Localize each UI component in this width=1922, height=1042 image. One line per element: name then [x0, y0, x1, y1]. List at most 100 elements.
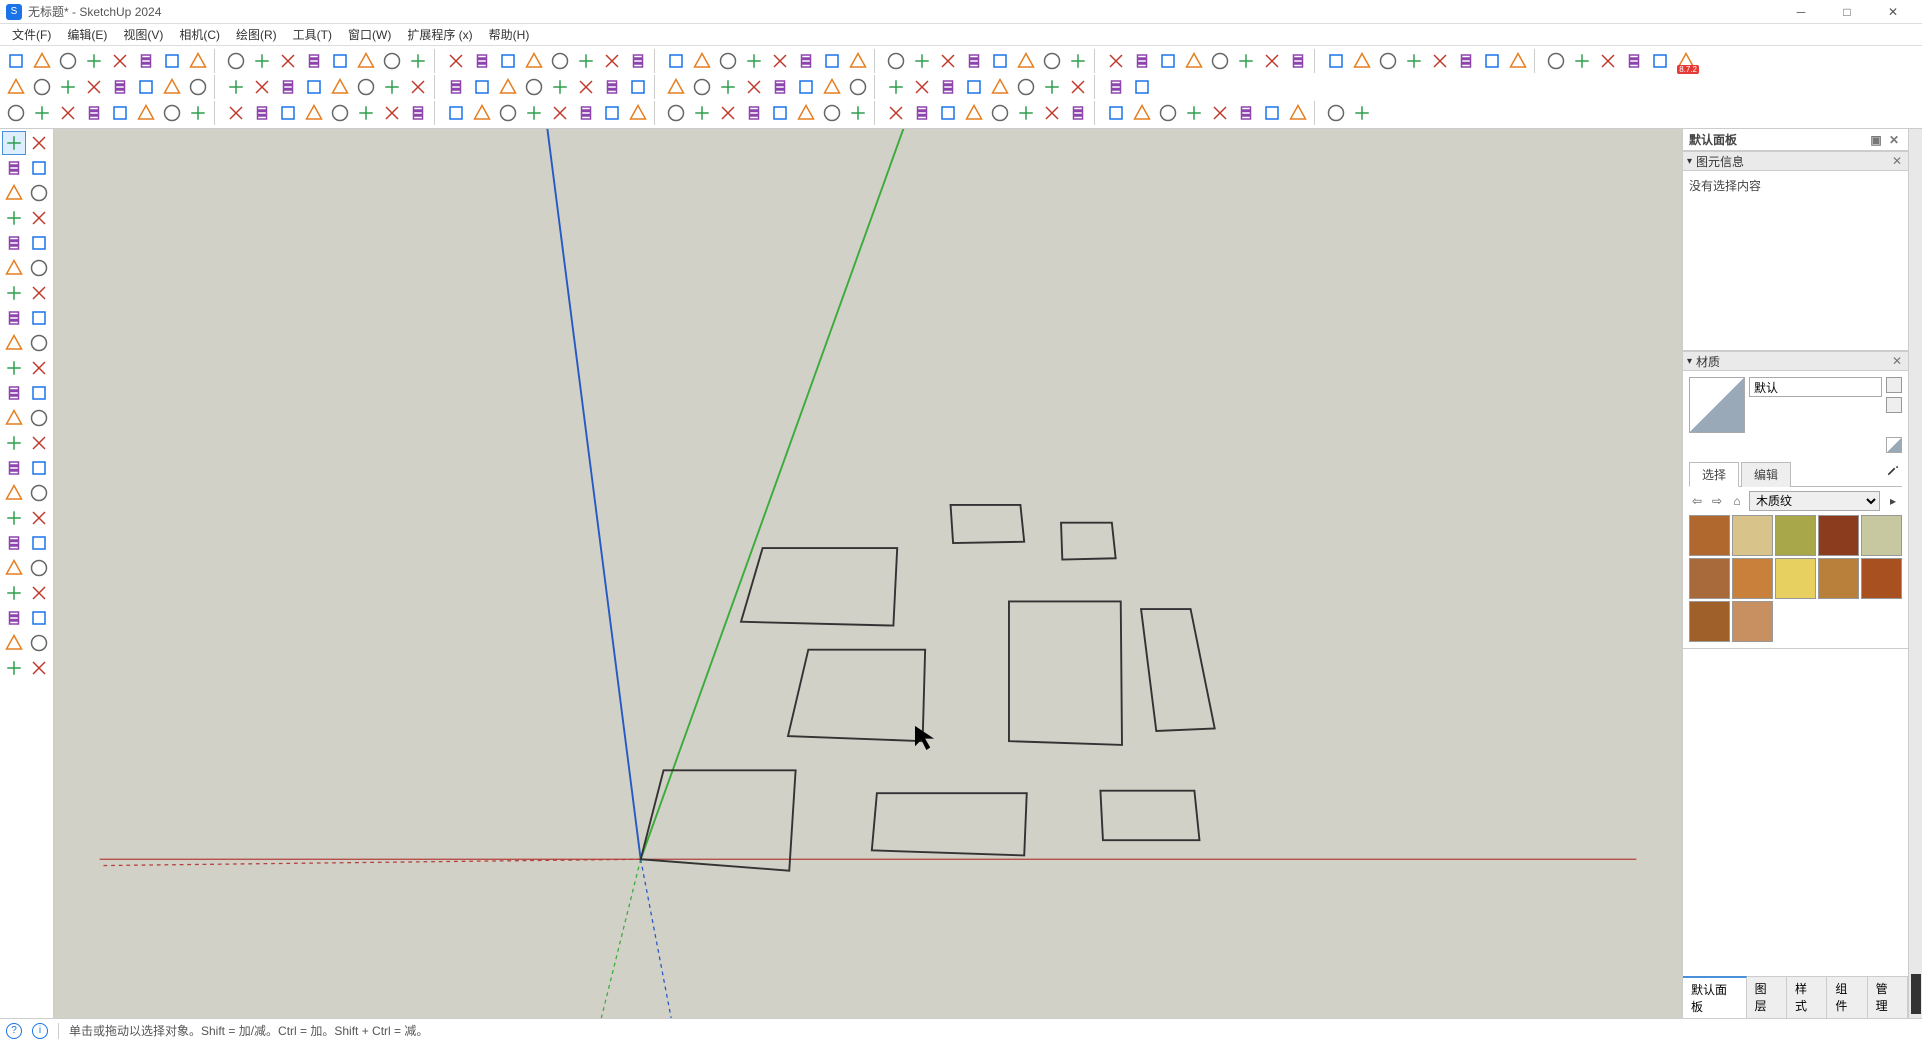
toolbar-button[interactable]: [380, 101, 404, 125]
menu-file[interactable]: 文件(F): [4, 24, 59, 45]
toolbar-button[interactable]: [30, 101, 54, 125]
toolbar-button[interactable]: [1260, 49, 1284, 73]
menu-window[interactable]: 窗口(W): [340, 24, 399, 45]
toolbar-button[interactable]: [1570, 49, 1594, 73]
toolbar-button[interactable]: [1156, 101, 1180, 125]
toolbar-button[interactable]: [30, 75, 54, 99]
toolbar-button[interactable]: [1260, 101, 1284, 125]
toolbar-button[interactable]: [988, 101, 1012, 125]
toolbar-button[interactable]: [664, 101, 688, 125]
toolbar-button[interactable]: [496, 101, 520, 125]
toolbar-button[interactable]: [1104, 75, 1128, 99]
tool-pan[interactable]: [28, 506, 52, 530]
tool-arc2[interactable]: [28, 281, 52, 305]
toolbar-button[interactable]: [574, 75, 598, 99]
toolbar-button[interactable]: [82, 49, 106, 73]
toolbar-button[interactable]: [1040, 49, 1064, 73]
materials-panel-header[interactable]: ▾ 材质 ✕: [1683, 351, 1908, 371]
tool-followme[interactable]: [28, 381, 52, 405]
tool-look[interactable]: [28, 581, 52, 605]
toolbar-button[interactable]: [444, 49, 468, 73]
toolbar-button[interactable]: [1208, 101, 1232, 125]
toolbar-button[interactable]: [1350, 49, 1374, 73]
toolbar-button[interactable]: [768, 49, 792, 73]
toolbar-button[interactable]: [690, 49, 714, 73]
toolbar-button[interactable]: [1286, 101, 1310, 125]
toolbar-button[interactable]: [884, 49, 908, 73]
entity-info-panel-header[interactable]: ▾ 图元信息 ✕: [1683, 151, 1908, 171]
menu-draw[interactable]: 绘图(R): [228, 24, 285, 45]
toolbar-button[interactable]: [548, 75, 572, 99]
tool-sandbox4[interactable]: [28, 656, 52, 680]
toolbar-button[interactable]: [470, 101, 494, 125]
material-thumb[interactable]: [1861, 515, 1902, 556]
toolbar-button[interactable]: [1544, 49, 1568, 73]
toolbar-button[interactable]: [716, 49, 740, 73]
toolbar-button[interactable]: [962, 101, 986, 125]
toolbar-button[interactable]: [522, 101, 546, 125]
toolbar-button[interactable]: [1428, 49, 1452, 73]
tool-rotrect[interactable]: [28, 231, 52, 255]
toolbar-button[interactable]: [56, 49, 80, 73]
toolbar-button[interactable]: [250, 49, 274, 73]
toolbar-button[interactable]: [276, 75, 300, 99]
details-menu-icon[interactable]: ▸: [1884, 492, 1902, 510]
toolbar-button[interactable]: [354, 101, 378, 125]
grip-icon[interactable]: [1911, 974, 1921, 1014]
toolbar-button[interactable]: [1014, 49, 1038, 73]
tool-sound[interactable]: [28, 606, 52, 630]
sketch-geometry[interactable]: [641, 505, 1215, 871]
tool-pushpull[interactable]: [2, 381, 26, 405]
toolbar-button[interactable]: [496, 75, 520, 99]
tool-hex[interactable]: [28, 181, 52, 205]
tray-tab[interactable]: 默认面板: [1683, 976, 1747, 1018]
toolbar-button[interactable]: [988, 75, 1012, 99]
toolbar-button[interactable]: [134, 101, 158, 125]
toolbar-button[interactable]: 8.7.2: [1674, 49, 1698, 73]
toolbar-button[interactable]: [1130, 75, 1154, 99]
tray-tab[interactable]: 管理: [1868, 977, 1908, 1018]
tool-paint[interactable]: [28, 156, 52, 180]
toolbar-button[interactable]: [884, 101, 908, 125]
tool-intersect[interactable]: [28, 406, 52, 430]
toolbar-button[interactable]: [742, 49, 766, 73]
tool-zoomwin[interactable]: [28, 531, 52, 555]
menu-view[interactable]: 视图(V): [115, 24, 171, 45]
toolbar-button[interactable]: [768, 101, 792, 125]
toolbar-button[interactable]: [846, 75, 870, 99]
toolbar-button[interactable]: [1324, 101, 1348, 125]
toolbar-button[interactable]: [1480, 49, 1504, 73]
toolbar-button[interactable]: [354, 75, 378, 99]
toolbar-button[interactable]: [794, 49, 818, 73]
toolbar-button[interactable]: [664, 49, 688, 73]
toolbar-button[interactable]: [548, 49, 572, 73]
toolbar-button[interactable]: [56, 75, 80, 99]
toolbar-button[interactable]: [1040, 101, 1064, 125]
toolbar-button[interactable]: [302, 75, 326, 99]
toolbar-button[interactable]: [1402, 49, 1426, 73]
toolbar-button[interactable]: [716, 75, 740, 99]
toolbar-button[interactable]: [56, 101, 80, 125]
toolbar-button[interactable]: [600, 75, 624, 99]
toolbar-button[interactable]: [522, 75, 546, 99]
toolbar-button[interactable]: [160, 75, 184, 99]
menu-ext[interactable]: 扩展程序 (x): [399, 24, 480, 45]
toolbar-button[interactable]: [1040, 75, 1064, 99]
toolbar-button[interactable]: [444, 101, 468, 125]
toolbar-button[interactable]: [742, 101, 766, 125]
viewport-3d[interactable]: [54, 129, 1682, 1018]
tool-move[interactable]: [2, 331, 26, 355]
toolbar-button[interactable]: [1234, 49, 1258, 73]
toolbar-button[interactable]: [820, 49, 844, 73]
tray-tab[interactable]: 组件: [1827, 977, 1867, 1018]
material-thumb[interactable]: [1775, 558, 1816, 599]
toolbar-button[interactable]: [1066, 101, 1090, 125]
toolbar-button[interactable]: [186, 75, 210, 99]
tool-rect[interactable]: [2, 231, 26, 255]
toolbar-button[interactable]: [716, 101, 740, 125]
material-thumb[interactable]: [1689, 558, 1730, 599]
toolbar-button[interactable]: [1156, 49, 1180, 73]
toolbar-button[interactable]: [988, 49, 1012, 73]
toolbar-button[interactable]: [820, 75, 844, 99]
tool-movecopy[interactable]: [28, 331, 52, 355]
